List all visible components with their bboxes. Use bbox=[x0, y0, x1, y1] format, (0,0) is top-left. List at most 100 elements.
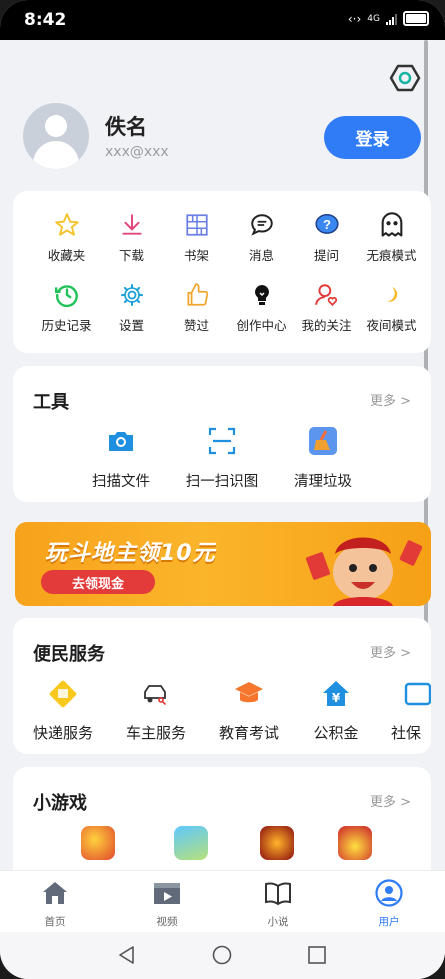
shortcut-label: 夜间模式 bbox=[366, 318, 417, 333]
game-icon-2[interactable] bbox=[174, 826, 208, 860]
bulb-icon bbox=[248, 281, 276, 309]
shortcut-settings[interactable]: 设置 bbox=[99, 281, 164, 334]
tab-user[interactable]: 用户 bbox=[354, 879, 424, 929]
mascot-image bbox=[306, 537, 423, 606]
game-icon-1[interactable] bbox=[81, 826, 115, 860]
home-circle-icon[interactable] bbox=[212, 945, 232, 965]
scan-icon bbox=[208, 427, 236, 455]
star-icon bbox=[53, 211, 81, 239]
shortcut-label: 下载 bbox=[118, 248, 144, 263]
question-icon: ? bbox=[313, 211, 341, 239]
tool-scan-image[interactable]: 扫一扫识图 bbox=[172, 426, 272, 491]
games-more-link[interactable]: 更多 > bbox=[370, 791, 411, 810]
follow-icon bbox=[313, 281, 341, 309]
phone-screen: 8:42 ‹·› 4G 佚名 xxx@xxx 登录 收藏夹 下载 书架 消息 ?… bbox=[0, 0, 445, 979]
shortcut-label: 设置 bbox=[118, 318, 144, 333]
service-social-security[interactable]: 社保 bbox=[366, 678, 431, 743]
link-icon: ‹·› bbox=[347, 11, 362, 26]
bottom-tab-bar: 首页 视频 小说 用户 bbox=[0, 870, 445, 933]
game-icon-3[interactable] bbox=[260, 826, 294, 860]
shortcut-night-mode[interactable]: 夜间模式 bbox=[359, 281, 424, 334]
svg-text:¥: ¥ bbox=[332, 691, 341, 705]
shortcut-label: 收藏夹 bbox=[47, 248, 86, 263]
history-icon bbox=[53, 281, 81, 309]
avatar[interactable] bbox=[23, 103, 89, 169]
shortcut-label: 书架 bbox=[183, 248, 209, 263]
package-icon bbox=[49, 680, 77, 708]
tool-label: 扫描文件 bbox=[92, 474, 150, 490]
service-express[interactable]: 快递服务 bbox=[18, 678, 108, 743]
video-icon bbox=[154, 883, 180, 904]
tools-card: 工具 更多 > 扫描文件 扫一扫识图 清理垃圾 bbox=[13, 366, 431, 502]
tool-clean[interactable]: 清理垃圾 bbox=[273, 426, 373, 491]
shortcut-bookshelf[interactable]: 书架 bbox=[164, 211, 229, 264]
shortcut-label: 提问 bbox=[313, 248, 339, 263]
home-icon bbox=[43, 882, 67, 904]
gear-icon bbox=[118, 281, 146, 309]
tools-more-link[interactable]: 更多 > bbox=[370, 390, 411, 409]
games-title: 小游戏 bbox=[33, 793, 87, 814]
thumbs-up-icon bbox=[183, 281, 211, 309]
services-more-link[interactable]: 更多 > bbox=[370, 642, 411, 661]
status-bar: 8:42 ‹·› 4G bbox=[0, 0, 445, 40]
tab-novel[interactable]: 小说 bbox=[243, 879, 313, 929]
profile-header: 佚名 xxx@xxx 登录 bbox=[23, 103, 423, 173]
shortcut-messages[interactable]: 消息 bbox=[229, 211, 294, 264]
settings-hexagon-icon[interactable] bbox=[389, 62, 421, 94]
shortcut-ask[interactable]: ? 提问 bbox=[294, 211, 359, 264]
shortcut-incognito[interactable]: 无痕模式 bbox=[359, 211, 424, 264]
shortcut-label: 无痕模式 bbox=[366, 248, 417, 263]
shortcut-label: 我的关注 bbox=[301, 318, 352, 333]
graduation-cap-icon bbox=[235, 682, 263, 703]
service-label: 教育考试 bbox=[218, 724, 279, 742]
shortcut-label: 历史记录 bbox=[41, 318, 92, 333]
user-icon bbox=[375, 879, 403, 907]
shortcut-card: 收藏夹 下载 书架 消息 ? 提问 无痕模式 历史记录 设置 赞过 创作中心 我… bbox=[13, 191, 431, 353]
ghost-icon bbox=[378, 211, 406, 239]
username: 佚名 bbox=[105, 115, 147, 139]
tool-scan-file[interactable]: 扫描文件 bbox=[71, 426, 171, 491]
battery-icon bbox=[403, 11, 429, 26]
service-car-owner[interactable]: 车主服务 bbox=[111, 678, 201, 743]
shortcut-liked[interactable]: 赞过 bbox=[164, 281, 229, 334]
shortcut-following[interactable]: 我的关注 bbox=[294, 281, 359, 334]
tools-title: 工具 bbox=[33, 392, 69, 413]
tab-label: 首页 bbox=[44, 916, 66, 928]
mini-games-card: 小游戏 更多 > bbox=[13, 767, 431, 887]
login-button[interactable]: 登录 bbox=[324, 116, 421, 159]
shortcut-creator[interactable]: 创作中心 bbox=[229, 281, 294, 334]
tab-home[interactable]: 首页 bbox=[20, 879, 90, 929]
bookshelf-icon bbox=[183, 211, 211, 239]
car-icon bbox=[144, 685, 167, 706]
status-time: 8:42 bbox=[24, 10, 67, 30]
tool-label: 扫一扫识图 bbox=[185, 474, 259, 490]
signal-icon bbox=[386, 13, 397, 25]
tab-label: 用户 bbox=[378, 916, 400, 928]
user-email: xxx@xxx bbox=[105, 144, 169, 160]
svg-text:?: ? bbox=[323, 217, 331, 232]
promo-banner[interactable]: 玩斗地主领10元 去领现金 bbox=[15, 522, 431, 606]
shortcut-history[interactable]: 历史记录 bbox=[34, 281, 99, 334]
back-icon[interactable] bbox=[117, 945, 137, 965]
shortcut-favorites[interactable]: 收藏夹 bbox=[34, 211, 99, 264]
service-education[interactable]: 教育考试 bbox=[204, 678, 294, 743]
service-label: 快递服务 bbox=[32, 724, 93, 742]
game-icon-4[interactable] bbox=[338, 826, 372, 860]
message-icon bbox=[248, 211, 276, 239]
broom-icon bbox=[309, 427, 337, 455]
house-fund-icon: ¥ bbox=[323, 681, 349, 706]
tab-label: 视频 bbox=[156, 916, 178, 928]
tab-label: 小说 bbox=[267, 916, 289, 928]
moon-icon bbox=[378, 281, 406, 309]
services-title: 便民服务 bbox=[33, 644, 105, 665]
shortcut-download[interactable]: 下载 bbox=[99, 211, 164, 264]
social-security-icon bbox=[404, 682, 431, 706]
recent-apps-icon[interactable] bbox=[308, 946, 326, 964]
banner-title: 玩斗地主领10元 bbox=[45, 541, 216, 566]
service-label: 社保 bbox=[391, 724, 422, 742]
service-label: 车主服务 bbox=[125, 724, 186, 742]
tab-video[interactable]: 视频 bbox=[132, 879, 202, 929]
book-icon bbox=[265, 882, 291, 906]
camera-icon bbox=[109, 432, 133, 451]
banner-cta-button[interactable]: 去领现金 bbox=[41, 570, 155, 594]
